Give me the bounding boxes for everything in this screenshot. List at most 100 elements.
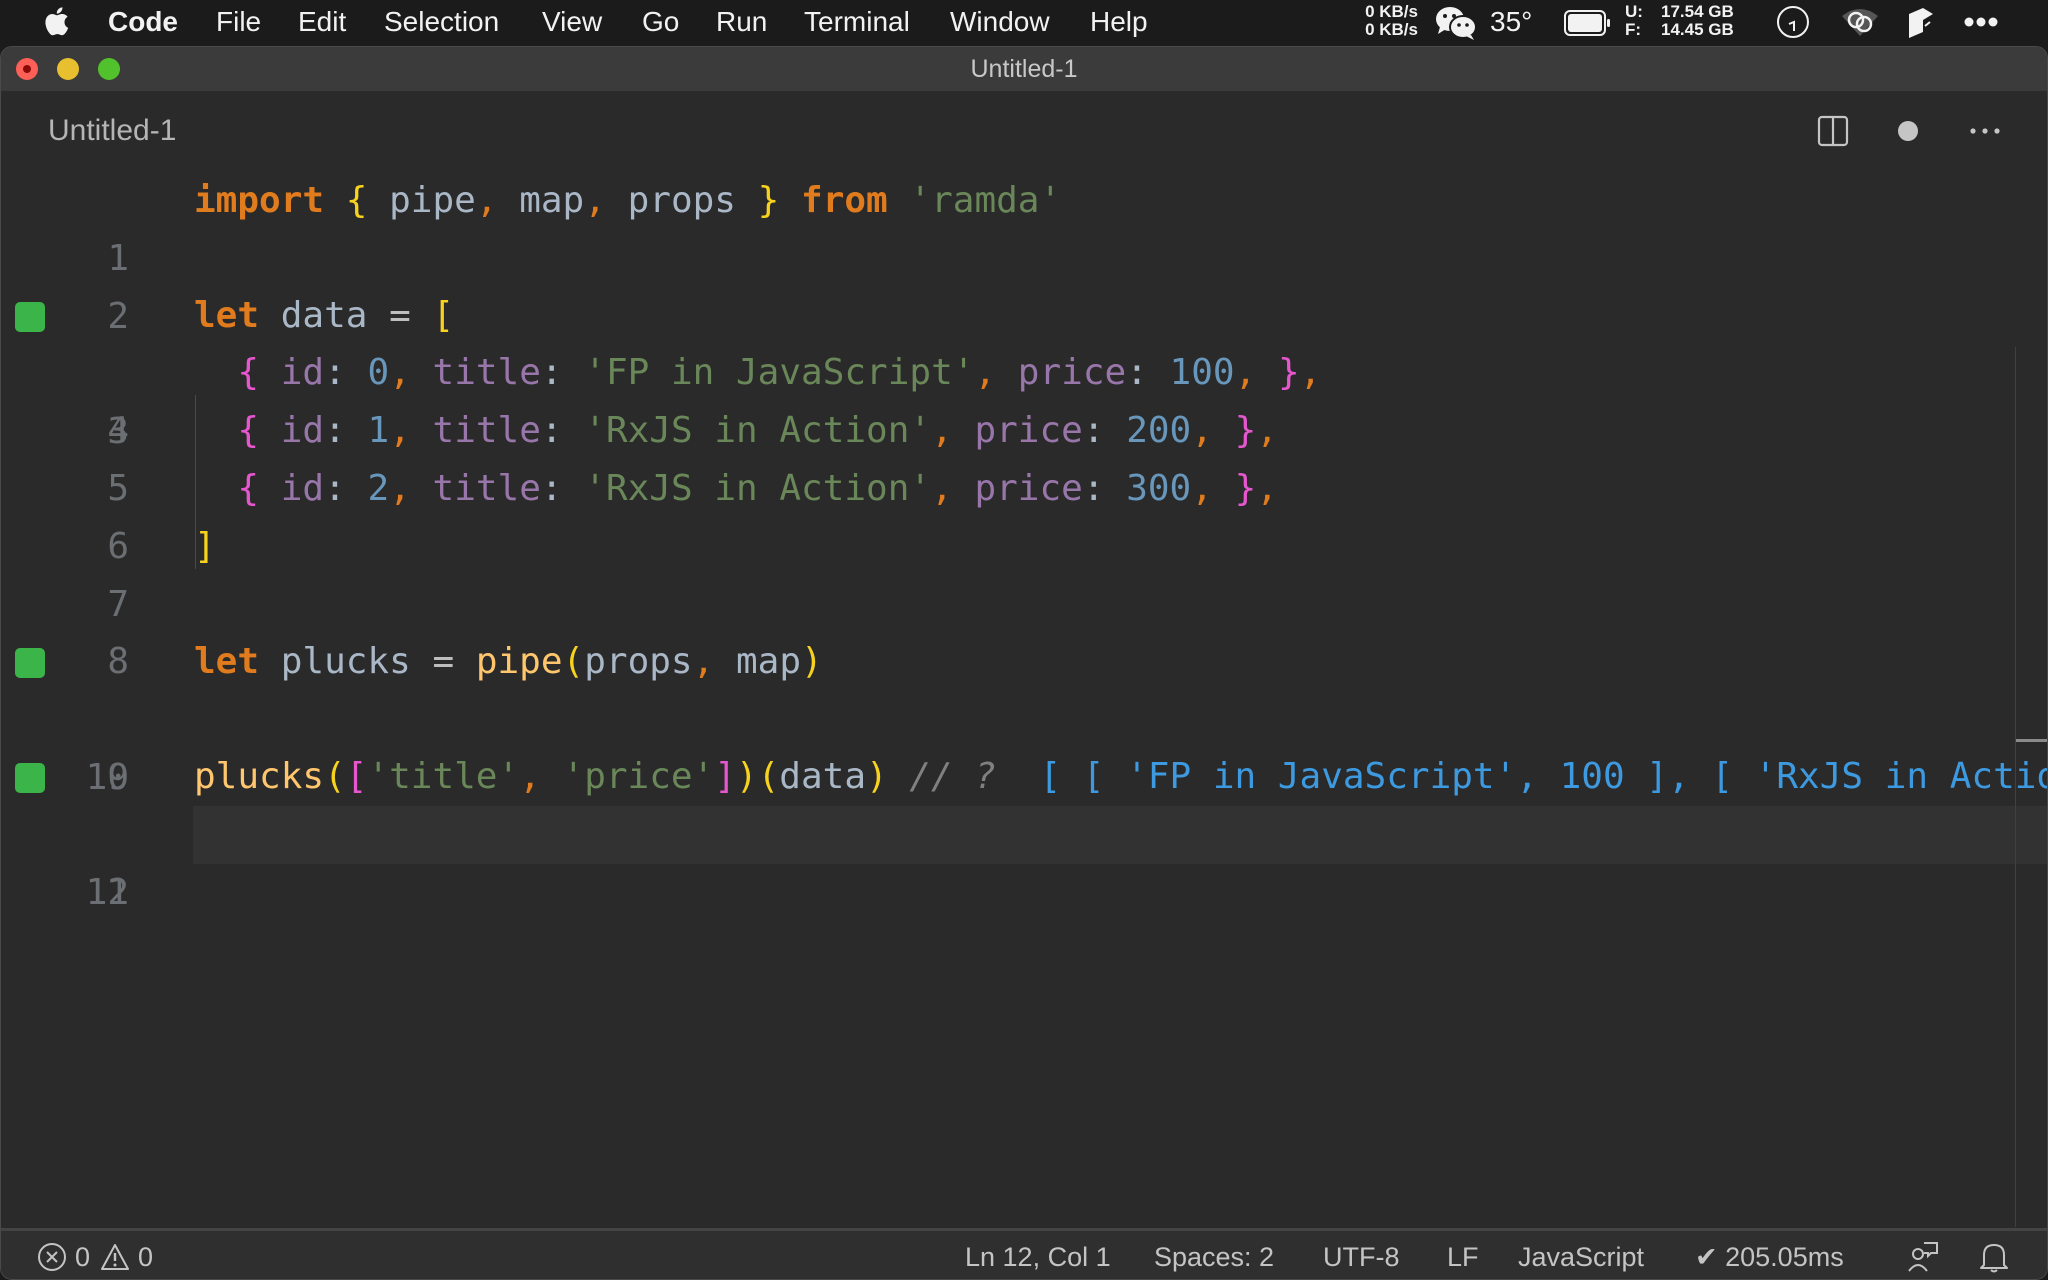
code-token: 300 [1126, 468, 1192, 509]
code-token: , [931, 468, 953, 509]
title-bar[interactable]: Untitled-1 [1, 47, 2047, 91]
code-token: // ? [909, 756, 997, 797]
problems-indicator[interactable]: 0 0 [37, 1240, 153, 1274]
code-line-12[interactable]: 12 [86, 806, 2047, 913]
code-line-6[interactable]: 6 { id: 2, title: 'RxJS in Action', pric… [1, 460, 2017, 567]
vertical-scrollbar-track[interactable] [2015, 347, 2016, 1227]
network-upload: 0 KB/s [1365, 2, 1418, 21]
code-line-2[interactable]: 2 [1, 230, 2017, 337]
cursor-position[interactable]: Ln 12, Col 1 [965, 1240, 1111, 1274]
code-line-9[interactable]: 9 let plucks = pipe(props, map) [1, 633, 2017, 798]
warning-icon [101, 1244, 130, 1270]
code-line-3[interactable]: 3 let data = [ [1, 287, 2017, 452]
code-token: data [779, 756, 866, 797]
sync-link-icon[interactable] [1840, 6, 1880, 38]
code-line-5[interactable]: 5 { id: 1, title: 'RxJS in Action', pric… [1, 402, 2017, 509]
indentation-setting[interactable]: Spaces: 2 [1154, 1240, 1274, 1274]
ellipsis-icon [1970, 128, 2000, 134]
code-content: ] [194, 518, 216, 576]
code-token: pipe [475, 641, 563, 682]
disk-free-value: 14.45 GB [1661, 20, 1734, 39]
code-token: import [194, 180, 325, 221]
code-token: , [1191, 410, 1213, 451]
code-token: ( [757, 756, 780, 797]
code-token: 'FP in JavaScript' [584, 352, 975, 393]
code-content: let plucks = pipe(props, map) [194, 633, 823, 691]
cube-app-icon[interactable] [1906, 6, 1936, 40]
apple-logo-icon[interactable] [40, 4, 70, 38]
code-line-8[interactable]: 8 [1, 575, 2017, 682]
code-line-7[interactable]: 7 ] [1, 518, 2017, 625]
code-token: title [432, 468, 541, 509]
quokka-coverage-marker[interactable] [15, 648, 45, 678]
code-token: , [974, 352, 997, 393]
code-line-4[interactable]: 4 { id: 0, title: 'FP in JavaScript', pr… [1, 344, 2017, 451]
clock-timer-icon[interactable] [1776, 5, 1810, 39]
code-token: 2 [367, 468, 390, 509]
menu-file[interactable]: File [216, 5, 261, 39]
menu-help[interactable]: Help [1090, 5, 1148, 39]
menu-selection[interactable]: Selection [384, 5, 499, 39]
code-token: { [237, 352, 260, 393]
menu-window[interactable]: Window [950, 5, 1050, 39]
code-token: : [540, 352, 563, 393]
disk-usage-widget[interactable]: U: 17.54 GB F: 14.45 GB [1625, 3, 1734, 39]
code-token: 'RxJS in Action' [584, 468, 932, 509]
code-token: 'RxJS in Action' [584, 410, 932, 451]
unsaved-indicator-button[interactable] [1886, 109, 1930, 153]
menu-edit[interactable]: Edit [298, 5, 346, 39]
quokka-coverage-marker[interactable] [15, 763, 45, 793]
unsaved-dot-icon [1898, 121, 1918, 141]
battery-icon[interactable] [1564, 10, 1612, 36]
code-token: , [389, 352, 411, 393]
wechat-icon[interactable] [1434, 5, 1478, 41]
code-token: 'ramda' [909, 180, 1062, 221]
temperature-widget[interactable]: 35° [1490, 5, 1532, 39]
network-speed-widget[interactable]: 0 KB/s 0 KB/s [1358, 3, 1418, 39]
quokka-coverage-marker[interactable] [15, 302, 45, 332]
menu-go[interactable]: Go [642, 5, 679, 39]
code-token: : [324, 410, 346, 451]
code-token: , [931, 410, 953, 451]
more-actions-button[interactable] [1963, 109, 2007, 153]
code-content: import { pipe, map, props } from 'ramda' [194, 172, 1061, 230]
code-token: , [692, 641, 715, 682]
menu-app-code[interactable]: Code [108, 5, 178, 39]
code-token: price [974, 410, 1083, 451]
encoding-setting[interactable]: UTF-8 [1323, 1240, 1400, 1274]
code-line-11[interactable]: 11 plucks(['title', 'price'])(data) // ?… [1, 748, 2047, 913]
code-token: ] [194, 526, 216, 567]
code-token: 200 [1126, 410, 1192, 451]
feedback-button[interactable] [1907, 1241, 1939, 1273]
code-token: title [432, 410, 541, 451]
line-number: 12 [85, 872, 129, 913]
feedback-person-icon [1908, 1242, 1938, 1272]
code-token: , [584, 180, 606, 221]
code-token: id [280, 468, 325, 509]
code-token: : [1126, 352, 1148, 393]
code-token: , [1256, 468, 1278, 509]
window-title: Untitled-1 [970, 55, 1078, 83]
code-line-1[interactable]: 1 import { pipe, map, props } from 'ramd… [1, 172, 2017, 279]
quokka-timing[interactable]: ✔ 205.05ms [1695, 1240, 1844, 1274]
code-token: , [389, 468, 411, 509]
language-mode[interactable]: JavaScript [1518, 1240, 1644, 1274]
code-token: , [519, 756, 541, 797]
notifications-button[interactable] [1980, 1241, 2008, 1273]
code-token: , [1256, 410, 1278, 451]
split-editor-button[interactable] [1811, 109, 1855, 153]
code-token: let [194, 641, 260, 682]
code-line-10[interactable]: 10 [1, 691, 2017, 798]
menu-view[interactable]: View [542, 5, 602, 39]
menu-run[interactable]: Run [716, 5, 767, 39]
eol-setting[interactable]: LF [1447, 1240, 1479, 1274]
more-menubar-icon[interactable] [1963, 16, 1999, 28]
menu-terminal[interactable]: Terminal [804, 5, 910, 39]
tab-untitled-1[interactable]: Untitled-1 [48, 111, 176, 151]
code-editor[interactable]: 1 import { pipe, map, props } from 'ramd… [1, 171, 2047, 1227]
code-token: } [1234, 468, 1257, 509]
code-token: 'price' [562, 756, 715, 797]
code-content: let data = [ [194, 287, 454, 345]
code-token: title [432, 352, 541, 393]
code-token: price [1017, 352, 1127, 393]
